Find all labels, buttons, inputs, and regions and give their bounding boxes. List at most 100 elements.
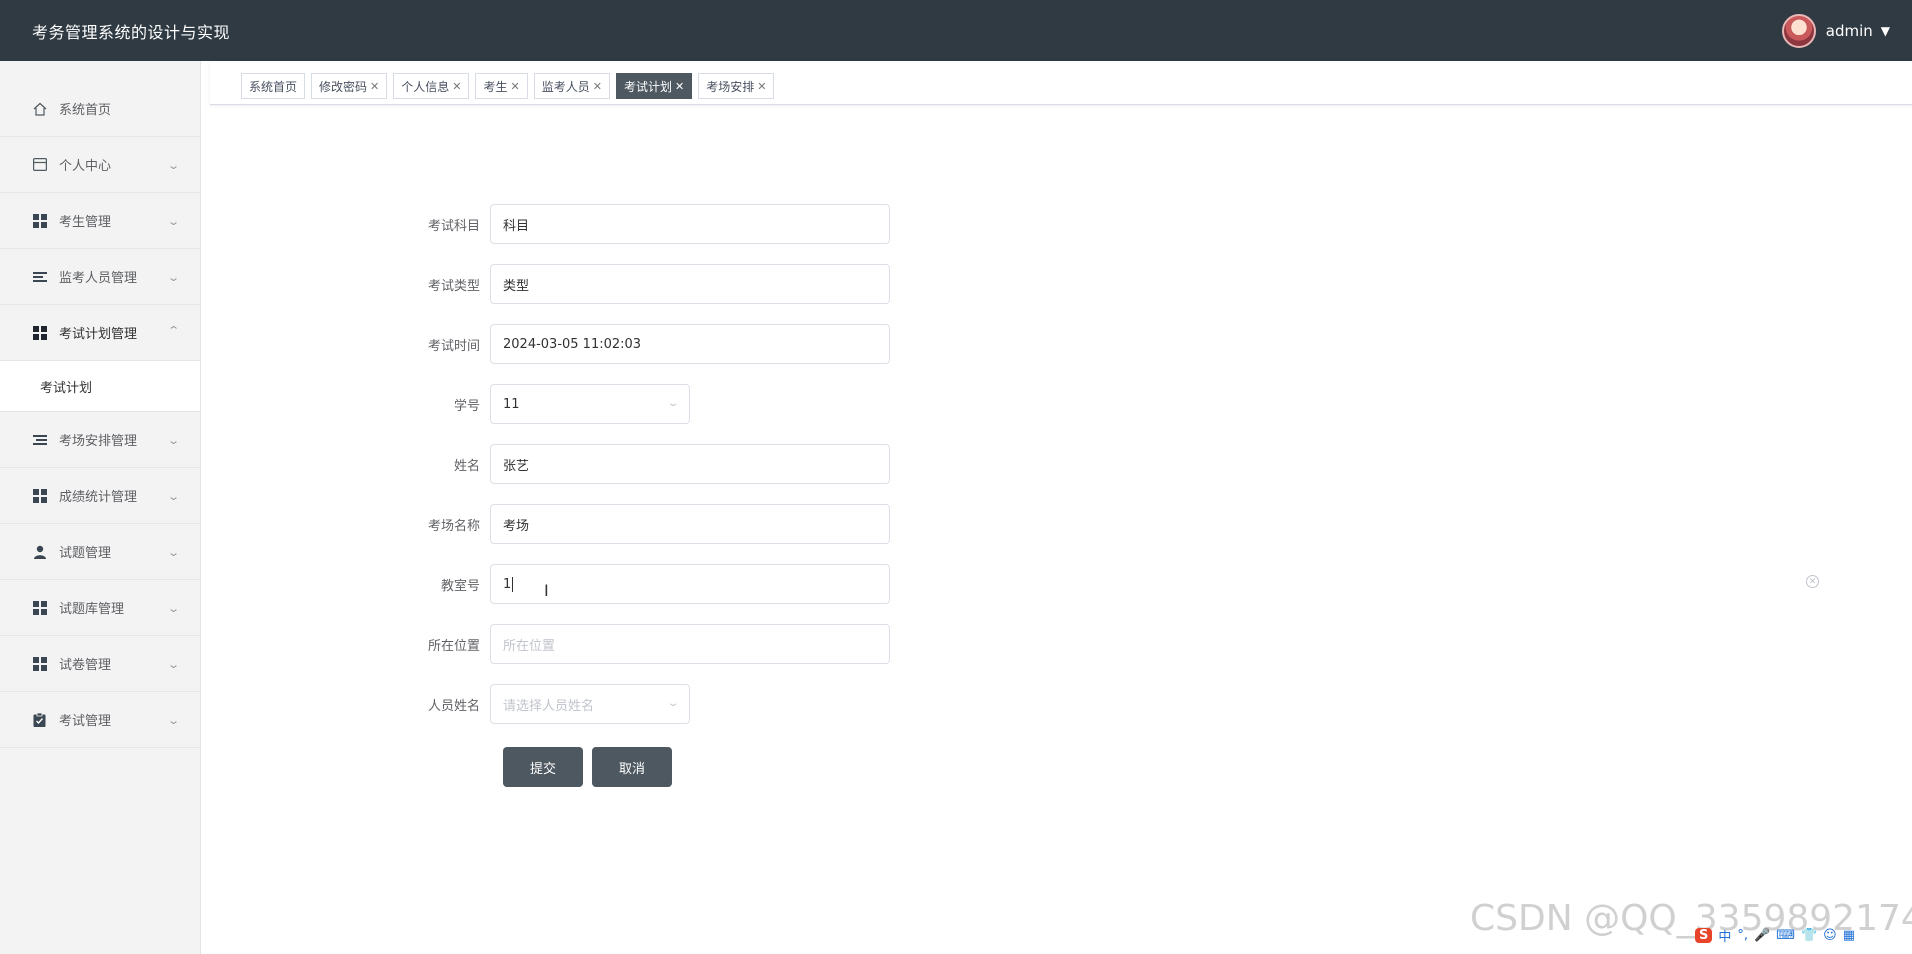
tab-profile[interactable]: 个人信息 ✕ (393, 73, 470, 99)
form-actions: 提交 取消 (503, 747, 681, 787)
punctuation-icon[interactable]: °, (1737, 928, 1748, 943)
chevron-down-icon: ⌄ (166, 215, 180, 228)
sidebar-item-label: 监考人员管理 (59, 271, 138, 286)
staff-select[interactable]: 请选择人员姓名 ⌄ (490, 684, 690, 724)
tab-label: 考生 (483, 79, 508, 94)
subject-input[interactable]: 科目 (490, 204, 890, 244)
chevron-down-icon: ⌄ (166, 714, 180, 727)
app-title: 考务管理系统的设计与实现 (32, 22, 231, 42)
time-input[interactable]: 2024-03-05 11:02:03 (490, 324, 890, 364)
cancel-button[interactable]: 取消 (592, 747, 672, 787)
close-icon[interactable]: ✕ (370, 80, 379, 93)
list-icon (32, 269, 47, 284)
ime-toolbar[interactable]: S 中 °, 🎤 ⌨ 👕 ☺ ▦ (1695, 924, 1861, 946)
location-input[interactable]: 所在位置 (490, 624, 890, 664)
sidebar-item-proctors[interactable]: 监考人员管理 ⌄ (0, 249, 200, 305)
tab-bar: 系统首页 修改密码 ✕ 个人信息 ✕ 考生 ✕ 监考人员 ✕ 考试计划 ✕ 考场安排 ✕ (210, 61, 1912, 105)
tab-label: 考试计划 (623, 79, 672, 94)
sidebar-item-label: 试卷管理 (59, 658, 112, 673)
sidebar: 系统首页 个人中心 ⌄ 考生管理 ⌄ 监考人员管理 ⌄ 考试计划管理 ⌄ 考试计… (0, 61, 201, 954)
clear-icon[interactable]: ✕ (1806, 575, 1819, 588)
tab-exam-plan[interactable]: 考试计划 ✕ (615, 73, 693, 99)
input-value: 张艺 (503, 458, 530, 474)
sidebar-subitem-exam-plan[interactable]: 考试计划 (0, 361, 200, 412)
sidebar-item-label: 考场安排管理 (59, 434, 138, 449)
tab-exam-rooms[interactable]: 考场安排 ✕ (698, 73, 775, 99)
ime-lang[interactable]: 中 (1718, 926, 1731, 945)
sidebar-item-label: 成绩统计管理 (59, 490, 138, 505)
form-row-type: 考试类型 类型 (420, 264, 890, 304)
submit-button[interactable]: 提交 (503, 747, 583, 787)
tab-label: 系统首页 (249, 79, 298, 94)
tab-label: 监考人员 (541, 79, 590, 94)
sidebar-item-label: 考试管理 (59, 714, 112, 729)
chevron-down-icon: ⌄ (666, 398, 680, 409)
chevron-down-icon: ⌄ (166, 658, 180, 671)
close-icon[interactable]: ✕ (593, 80, 602, 93)
tab-students[interactable]: 考生 ✕ (475, 73, 528, 99)
sidebar-item-papers[interactable]: 试卷管理 ⌄ (0, 636, 200, 692)
username[interactable]: admin (1826, 22, 1873, 40)
form-row-room-name: 考场名称 考场 (420, 504, 890, 544)
list-icon (32, 432, 47, 447)
type-input[interactable]: 类型 (490, 264, 890, 304)
tab-label: 修改密码 (319, 79, 368, 94)
chevron-down-icon: ⌄ (166, 159, 180, 172)
card-icon (32, 157, 47, 172)
input-value: 科目 (503, 218, 530, 234)
form-row-classroom: 教室号 1 (420, 564, 890, 604)
sogou-logo-icon: S (1695, 927, 1713, 943)
avatar[interactable] (1781, 13, 1816, 48)
field-label: 姓名 (453, 458, 480, 474)
field-label: 考试科目 (427, 218, 480, 234)
name-input[interactable]: 张艺 (490, 444, 890, 484)
sidebar-item-exam-rooms[interactable]: 考场安排管理 ⌄ (0, 412, 200, 468)
sidebar-item-home[interactable]: 系统首页 (0, 81, 200, 137)
student-no-select[interactable]: 11 ⌄ (490, 384, 690, 424)
select-value: 11 (503, 396, 520, 412)
input-value: 类型 (503, 278, 530, 294)
form-row-name: 姓名 张艺 (420, 444, 890, 484)
close-icon[interactable]: ✕ (675, 80, 684, 93)
close-icon[interactable]: ✕ (757, 80, 766, 93)
form-row-time: 考试时间 2024-03-05 11:02:03 (420, 324, 890, 364)
sidebar-item-score-stats[interactable]: 成绩统计管理 ⌄ (0, 468, 200, 524)
chevron-down-icon: ⌄ (166, 271, 180, 284)
close-icon[interactable]: ✕ (452, 80, 461, 93)
grid-icon (32, 600, 47, 615)
close-icon[interactable]: ✕ (511, 80, 520, 93)
tab-proctors[interactable]: 监考人员 ✕ (533, 73, 610, 99)
keyboard-icon[interactable]: ⌨ (1776, 928, 1795, 943)
sidebar-item-students[interactable]: 考生管理 ⌄ (0, 193, 200, 249)
classroom-input[interactable]: 1 (490, 564, 890, 604)
sidebar-item-personal-center[interactable]: 个人中心 ⌄ (0, 137, 200, 193)
field-label: 考试类型 (427, 278, 480, 294)
sidebar-item-questions[interactable]: 试题管理 ⌄ (0, 524, 200, 580)
chevron-down-icon: ⌄ (166, 602, 180, 615)
chevron-down-icon: ⌄ (166, 490, 180, 503)
chevron-down-icon: ⌄ (666, 698, 680, 709)
user-icon (32, 544, 47, 559)
sidebar-item-label: 试题库管理 (59, 602, 125, 617)
sidebar-item-label: 个人中心 (59, 159, 112, 174)
input-value: 考场 (503, 518, 530, 534)
sidebar-item-label: 考试计划管理 (59, 327, 138, 342)
sidebar-item-label: 考生管理 (59, 215, 112, 230)
caret-down-icon[interactable]: ▼ (1881, 24, 1890, 38)
home-icon (32, 101, 47, 116)
microphone-icon[interactable]: 🎤 (1754, 928, 1770, 943)
sidebar-item-exams[interactable]: 考试管理 ⌄ (0, 692, 200, 748)
skin-icon[interactable]: 👕 (1801, 928, 1817, 943)
tab-change-password[interactable]: 修改密码 ✕ (311, 73, 388, 99)
user-menu[interactable]: admin ▼ (1781, 13, 1890, 48)
tab-home[interactable]: 系统首页 (241, 73, 306, 99)
tab-label: 个人信息 (401, 79, 450, 94)
top-header: 考务管理系统的设计与实现 admin ▼ (0, 0, 1912, 61)
input-value: 1 (503, 576, 514, 592)
sidebar-item-question-bank[interactable]: 试题库管理 ⌄ (0, 580, 200, 636)
text-cursor-icon: I (544, 581, 549, 600)
emoji-icon[interactable]: ☺ (1823, 928, 1837, 943)
toolbox-icon[interactable]: ▦ (1843, 928, 1855, 943)
sidebar-item-exam-plans[interactable]: 考试计划管理 ⌄ (0, 305, 200, 361)
room-name-input[interactable]: 考场 (490, 504, 890, 544)
